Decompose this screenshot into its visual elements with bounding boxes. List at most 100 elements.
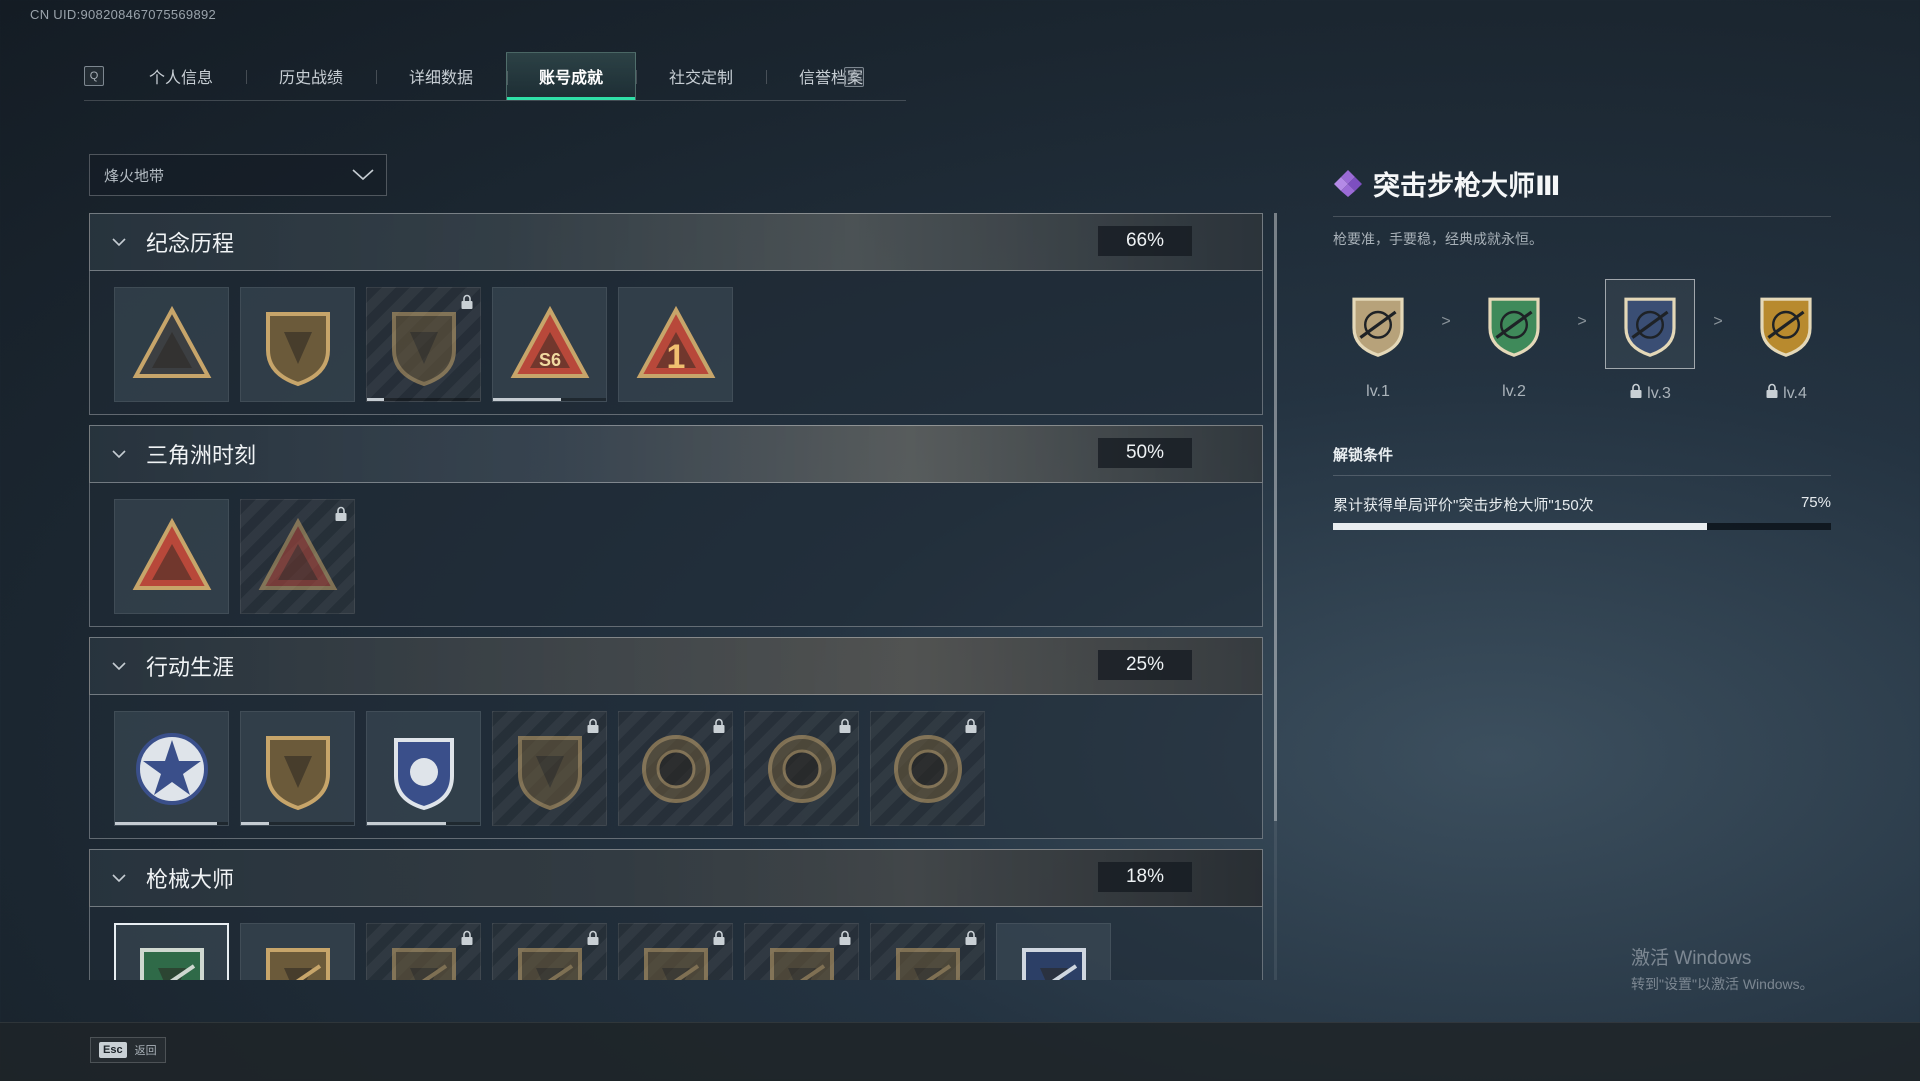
medal-progress-track bbox=[367, 398, 480, 401]
condition-row: 累计获得单局评价"突击步枪大师"150次 75% bbox=[1333, 494, 1831, 515]
condition-progress-fill bbox=[1333, 523, 1707, 530]
unlock-divider bbox=[1333, 475, 1831, 476]
section-percent: 66% bbox=[1098, 226, 1192, 256]
tab-history[interactable]: 历史战绩 bbox=[246, 52, 376, 100]
rifle-shield-icon bbox=[1352, 297, 1404, 357]
scrollbar-thumb[interactable] bbox=[1274, 213, 1277, 821]
lock-icon bbox=[713, 718, 725, 733]
level-badge bbox=[1333, 279, 1423, 369]
section-header[interactable]: 枪械大师 18% bbox=[89, 849, 1263, 907]
level-item[interactable]: lv.4 bbox=[1741, 279, 1831, 404]
section-medal-grid bbox=[89, 695, 1263, 839]
medal-card[interactable] bbox=[114, 287, 229, 402]
level-label-row: lv.1 bbox=[1366, 383, 1390, 401]
medal-card[interactable] bbox=[114, 499, 229, 614]
medal-card[interactable] bbox=[114, 711, 229, 826]
lock-icon bbox=[335, 506, 347, 521]
medal-card[interactable] bbox=[366, 711, 481, 826]
rifle-shield-green-icon bbox=[139, 947, 204, 980]
medal-card[interactable] bbox=[366, 287, 481, 402]
medal-card[interactable]: 1 bbox=[618, 287, 733, 402]
achievement-section: 行动生涯 25% bbox=[89, 637, 1263, 839]
level-badge bbox=[1605, 279, 1695, 369]
number-one-triangle-icon: 1 bbox=[636, 305, 715, 378]
chevron-down-icon bbox=[112, 238, 126, 247]
detail-description: 枪要准，手要稳，经典成就永恒。 bbox=[1333, 231, 1543, 247]
level-arrow: > bbox=[1713, 313, 1723, 330]
medal-card[interactable] bbox=[240, 923, 355, 980]
medal-card[interactable] bbox=[870, 923, 985, 980]
back-label: 返回 bbox=[134, 1045, 157, 1057]
medal-progress-fill bbox=[241, 822, 270, 825]
rifle-shield-icon bbox=[769, 947, 834, 980]
lock-badge bbox=[586, 930, 600, 951]
lock-icon bbox=[839, 718, 851, 733]
unlock-conditions-heading: 解锁条件 bbox=[1333, 447, 1394, 464]
medal-card[interactable]: S6 bbox=[492, 287, 607, 402]
level-arrow: > bbox=[1441, 313, 1451, 330]
medal-card[interactable] bbox=[114, 923, 229, 980]
rifle-shield-icon bbox=[895, 947, 960, 980]
next-tab-key-hint[interactable]: E bbox=[844, 67, 864, 87]
mode-select-value: 烽火地带 bbox=[104, 167, 165, 185]
detail-divider bbox=[1333, 216, 1831, 217]
tab-achievements[interactable]: 账号成就 bbox=[506, 52, 636, 100]
mode-select[interactable]: 烽火地带 bbox=[89, 154, 387, 196]
prev-tab-key-hint[interactable]: Q bbox=[84, 66, 104, 86]
medal-card[interactable] bbox=[870, 711, 985, 826]
lock-icon bbox=[839, 930, 851, 945]
scrollbar[interactable] bbox=[1274, 213, 1277, 980]
section-header[interactable]: 三角洲时刻 50% bbox=[89, 425, 1263, 483]
level-arrow: > bbox=[1577, 313, 1587, 330]
shield-emblem-icon bbox=[391, 311, 456, 386]
medal-card[interactable] bbox=[240, 287, 355, 402]
section-header[interactable]: 行动生涯 25% bbox=[89, 637, 1263, 695]
medal-progress-fill bbox=[115, 822, 217, 825]
section-header[interactable]: 纪念历程 66% bbox=[89, 213, 1263, 271]
medal-card[interactable] bbox=[744, 711, 859, 826]
chevron-down-icon bbox=[112, 874, 126, 883]
lock-badge bbox=[964, 718, 978, 739]
level-item[interactable]: lv.1 bbox=[1333, 279, 1423, 401]
back-button[interactable]: Esc 返回 bbox=[90, 1037, 166, 1063]
tab-profile[interactable]: 个人信息 bbox=[116, 52, 246, 100]
medal-card[interactable] bbox=[492, 711, 607, 826]
medal-card[interactable] bbox=[492, 923, 607, 980]
skull-circle-icon bbox=[767, 734, 836, 803]
triangle-tower-icon bbox=[132, 517, 211, 590]
medal-card[interactable] bbox=[240, 711, 355, 826]
helmet-circle-icon bbox=[641, 734, 710, 803]
level-label: lv.3 bbox=[1647, 384, 1671, 402]
police-crest-icon bbox=[393, 737, 454, 810]
watermark-line1: 激活 Windows bbox=[1631, 948, 1752, 969]
detail-title-row: 突击步枪大师Ⅲ bbox=[1333, 164, 1831, 202]
medal-card[interactable] bbox=[618, 923, 733, 980]
medal-progress-fill bbox=[367, 398, 384, 401]
tab-reputation[interactable]: 信誉档案 bbox=[766, 52, 896, 100]
rifle-shield-blue-icon bbox=[1021, 947, 1086, 980]
medal-progress-track bbox=[241, 822, 354, 825]
medal-card[interactable] bbox=[744, 923, 859, 980]
lock-badge bbox=[586, 718, 600, 739]
level-label: lv.2 bbox=[1502, 383, 1526, 400]
level-item[interactable]: lv.3 bbox=[1605, 279, 1695, 404]
rifle-shield-icon bbox=[1488, 297, 1540, 357]
medal-card[interactable] bbox=[240, 499, 355, 614]
lock-badge bbox=[1765, 383, 1779, 404]
level-label-row: lv.3 bbox=[1629, 383, 1671, 404]
windows-activation-watermark: 激活 Windows 转到"设置"以激活 Windows。 bbox=[1631, 943, 1814, 994]
section-title: 枪械大师 bbox=[146, 867, 235, 892]
tab-social[interactable]: 社交定制 bbox=[636, 52, 766, 100]
tab-details[interactable]: 详细数据 bbox=[376, 52, 506, 100]
lock-icon bbox=[965, 718, 977, 733]
medal-card[interactable] bbox=[996, 923, 1111, 980]
medal-card[interactable] bbox=[618, 711, 733, 826]
rifle-shield-icon bbox=[517, 947, 582, 980]
eye-circle-icon bbox=[893, 734, 962, 803]
medal-progress-fill bbox=[367, 822, 447, 825]
medal-card[interactable] bbox=[366, 923, 481, 980]
lock-badge bbox=[460, 294, 474, 315]
lock-icon bbox=[587, 718, 599, 733]
level-item[interactable]: lv.2 bbox=[1469, 279, 1559, 401]
condition-text: 累计获得单局评价"突击步枪大师"150次 bbox=[1333, 497, 1594, 514]
